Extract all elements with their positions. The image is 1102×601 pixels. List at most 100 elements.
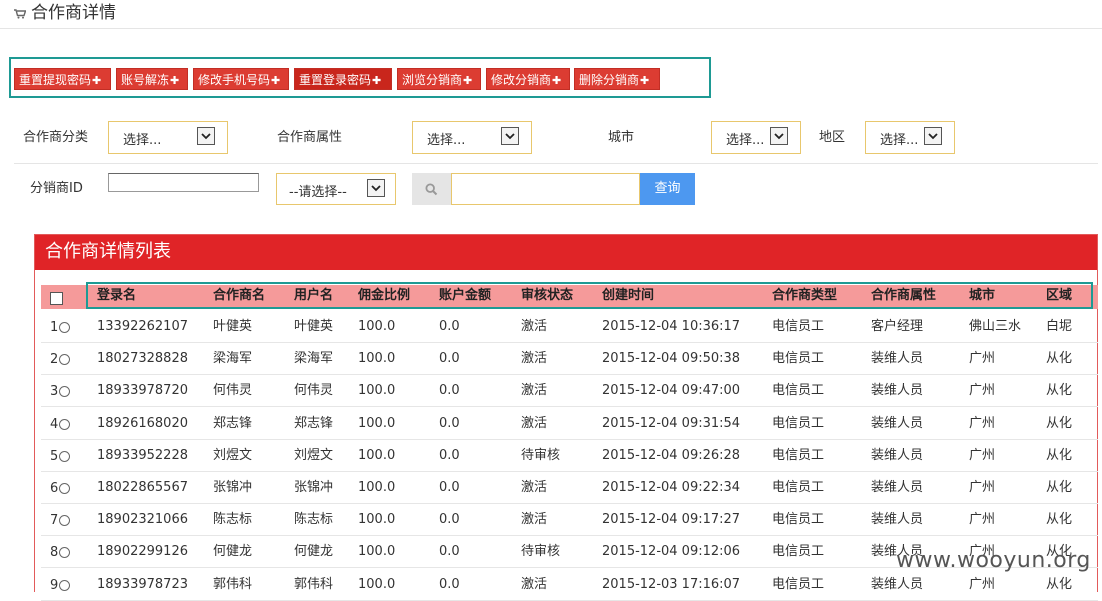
table-cell: 陈志标 [213,512,253,527]
button-label: 修改手机号码 [198,73,271,87]
table-cell: 从化 [1046,448,1073,463]
table-cell: 电信员工 [772,319,825,334]
chevron-down-icon [770,127,788,145]
table-row[interactable] [41,472,1098,504]
button-label: 删除分销商 [579,73,640,87]
table-cell: 郭伟科 [294,577,334,592]
table-cell: 刘煜文 [294,448,334,463]
query-button[interactable]: 查询 [640,173,695,205]
button-label: 修改分销商 [491,73,552,87]
table-cell: 郑志锋 [294,416,334,431]
row-number: 7 [50,513,59,528]
unfreeze-account-button[interactable]: 账号解冻✚ [116,68,188,90]
reset-login-password-button[interactable]: 重置登录密码✚ [294,68,392,90]
table-cell: 陈志标 [294,512,334,527]
table-cell: 电信员工 [772,577,825,592]
table-row[interactable] [41,311,1098,343]
table-row[interactable] [41,375,1098,407]
chevron-down-icon [367,179,385,197]
distributor-id-input[interactable] [108,173,259,192]
row-number: 8 [50,545,59,560]
row-select-radio[interactable] [59,515,70,526]
search-type-select[interactable]: --请选择-- [276,173,396,205]
table-cell: 100.0 [358,577,396,592]
table-cell: 张锦冲 [213,480,253,495]
table-cell: 从化 [1046,416,1073,431]
plus-icon: ✚ [372,74,382,87]
table-cell: 从化 [1046,383,1073,398]
table-row[interactable] [41,343,1098,375]
table-cell: 广州 [969,383,996,398]
partner-attribute-select[interactable]: 选择... [412,121,532,154]
table-cell: 18933978720 [97,383,188,398]
row-select-radio[interactable] [59,451,70,462]
table-cell: 电信员工 [772,512,825,527]
table-cell: 0.0 [439,416,460,431]
region-select[interactable]: 选择... [865,121,955,154]
table-cell: 广州 [969,351,996,366]
edit-distributor-button[interactable]: 修改分销商✚ [486,68,570,90]
table-cell: 客户经理 [871,319,924,334]
row-number: 1 [50,320,59,335]
table-cell: 待审核 [521,544,561,559]
table-cell: 刘煜文 [213,448,253,463]
browse-distributor-button[interactable]: 浏览分销商✚ [397,68,481,90]
table-cell: 郭伟科 [213,577,253,592]
row-select-radio[interactable] [59,354,70,365]
select-all-checkbox[interactable] [50,292,63,305]
table-cell: 电信员工 [772,383,825,398]
city-select[interactable]: 选择... [711,121,801,154]
table-cell: 18926168020 [97,416,188,431]
table-row[interactable] [41,408,1098,440]
table-cell: 激活 [521,480,548,495]
table-row[interactable] [41,504,1098,536]
table-cell: 激活 [521,416,548,431]
table-cell: 2015-12-04 09:22:34 [602,480,741,495]
button-label: 重置登录密码 [299,73,372,87]
page-title: 合作商详情 [31,3,116,23]
partner-attribute-label: 合作商属性 [277,130,343,145]
table-cell: 激活 [521,577,548,592]
table-header-highlight [86,282,1093,309]
plus-icon: ✚ [463,74,473,87]
table-cell: 叶健英 [294,319,334,334]
table-cell: 100.0 [358,512,396,527]
plus-icon: ✚ [92,74,102,87]
select-value: 选择... [123,133,162,148]
search-input[interactable] [451,173,640,205]
table-cell: 广州 [969,512,996,527]
table-cell: 白坭 [1046,319,1073,334]
row-select-radio[interactable] [59,322,70,333]
table-cell: 2015-12-04 09:31:54 [602,416,741,431]
change-phone-button[interactable]: 修改手机号码✚ [193,68,289,90]
table-row[interactable] [41,440,1098,472]
row-select-radio[interactable] [59,386,70,397]
table-cell: 激活 [521,319,548,334]
row-select-radio[interactable] [59,580,70,591]
button-label: 浏览分销商 [402,73,463,87]
table-cell: 从化 [1046,512,1073,527]
search-icon [425,183,438,196]
table-cell: 何伟灵 [294,383,334,398]
cart-icon [14,9,26,19]
table-cell: 100.0 [358,544,396,559]
table-cell: 激活 [521,351,548,366]
table-cell: 2015-12-04 09:12:06 [602,544,741,559]
row-select-radio[interactable] [59,483,70,494]
table-cell: 装维人员 [871,383,924,398]
table-cell: 郑志锋 [213,416,253,431]
table-cell: 0.0 [439,351,460,366]
table-cell: 广州 [969,480,996,495]
row-select-radio[interactable] [59,547,70,558]
table-cell: 叶健英 [213,319,253,334]
partner-category-select[interactable]: 选择... [108,121,228,154]
table-cell: 100.0 [358,351,396,366]
table-cell: 2015-12-04 09:47:00 [602,383,741,398]
row-select-radio[interactable] [59,419,70,430]
table-cell: 电信员工 [772,544,825,559]
table-cell: 0.0 [439,577,460,592]
delete-distributor-button[interactable]: 删除分销商✚ [574,68,660,90]
reset-withdraw-password-button[interactable]: 重置提现密码✚ [14,68,111,90]
table-row[interactable] [41,569,1098,601]
table-cell: 0.0 [439,448,460,463]
